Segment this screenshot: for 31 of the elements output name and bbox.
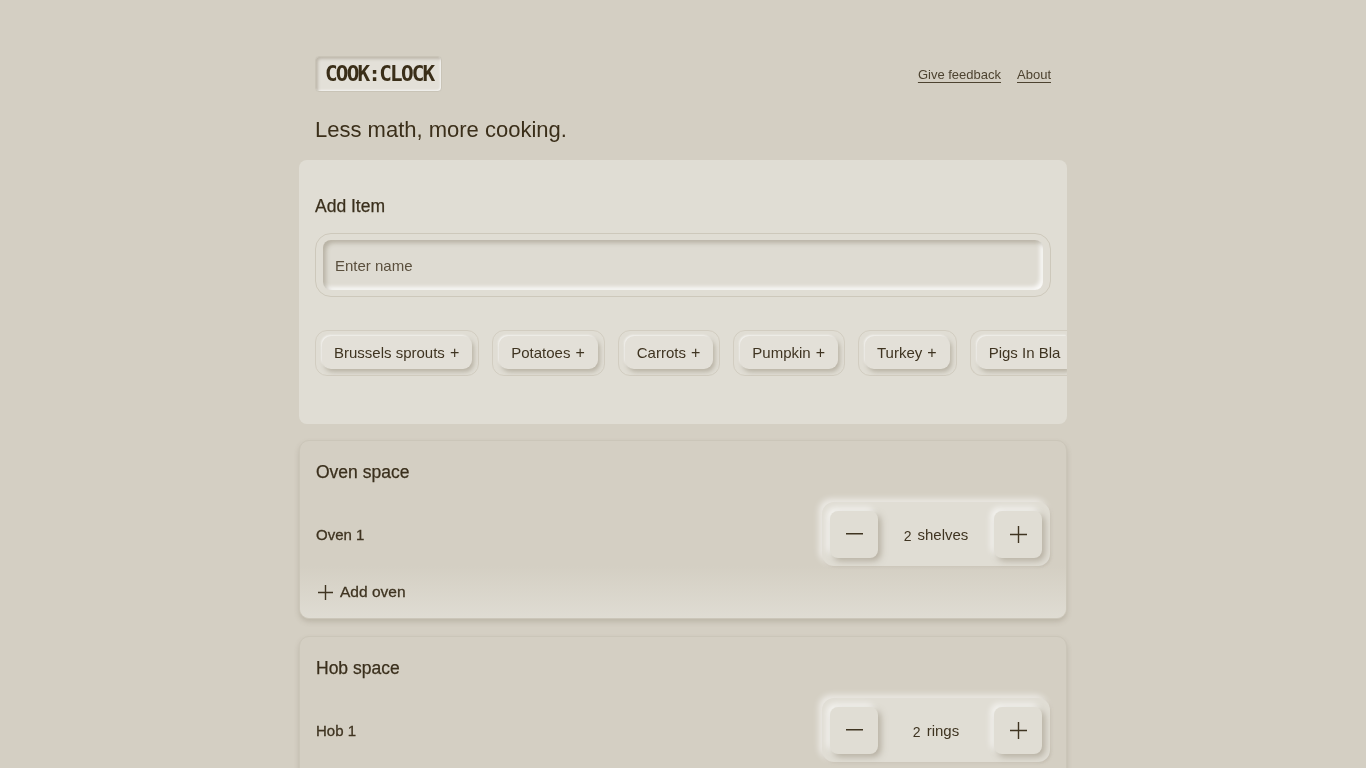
- minus-icon: [845, 729, 863, 731]
- increase-button[interactable]: [994, 510, 1042, 558]
- suggestion-chip[interactable]: Pigs In Bla: [976, 336, 1067, 369]
- minus-icon: [845, 533, 863, 535]
- input-frame[interactable]: Enter name: [315, 233, 1051, 297]
- suggestion-chip[interactable]: Potatoes +: [499, 336, 598, 369]
- decrease-button[interactable]: [830, 706, 878, 754]
- increase-button[interactable]: [994, 706, 1042, 754]
- tagline: Less math, more cooking.: [314, 116, 568, 144]
- nav-link[interactable]: Give feedback: [917, 66, 1001, 82]
- suggestion-chip[interactable]: Carrots +: [624, 336, 714, 369]
- appliance-name: Oven 1: [316, 525, 365, 543]
- appliance-name: Hob 1: [316, 721, 357, 739]
- suggestion-chip[interactable]: Turkey +: [865, 336, 950, 369]
- plus-icon: [318, 584, 333, 600]
- suggestion-chip[interactable]: Brussels sprouts +: [322, 336, 473, 369]
- logo[interactable]: COOK:CLOCK: [315, 56, 443, 92]
- name-input-field[interactable]: Enter name: [323, 240, 1043, 290]
- decrease-button[interactable]: [830, 510, 878, 558]
- add-appliance-button[interactable]: Add oven: [300, 566, 1066, 618]
- plus-icon: [1009, 721, 1027, 739]
- card-title: Oven space: [316, 461, 411, 484]
- nav-link[interactable]: About: [1017, 66, 1051, 82]
- unit-label: rings: [926, 721, 960, 739]
- suggestion-chip[interactable]: Pumpkin +: [740, 336, 838, 369]
- card-title: Add Item: [315, 195, 387, 218]
- count-value: 2: [903, 527, 912, 544]
- plus-icon: [1009, 525, 1027, 543]
- count-value: 2: [912, 723, 921, 740]
- unit-label: shelves: [917, 525, 969, 543]
- card-title: Hob space: [316, 657, 401, 680]
